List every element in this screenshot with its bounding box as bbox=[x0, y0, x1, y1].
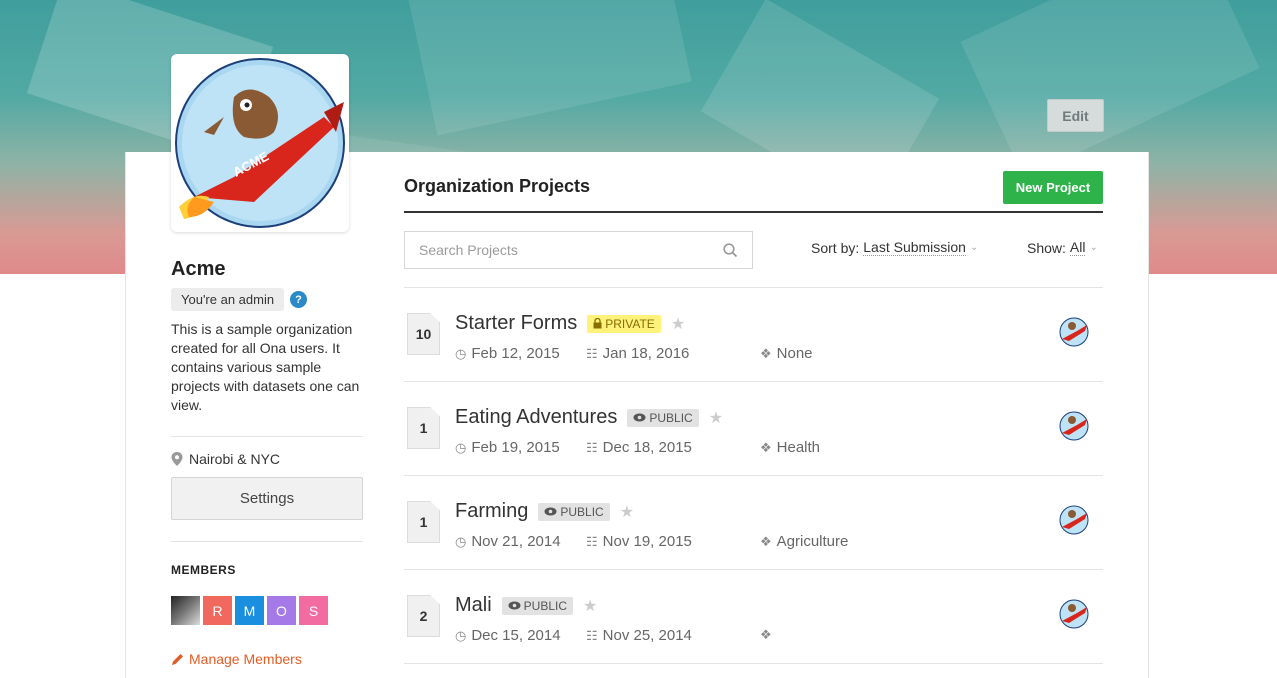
created-date: ◷ Feb 19, 2015 bbox=[455, 439, 560, 456]
form-count: 10 bbox=[407, 313, 440, 355]
form-count: 1 bbox=[407, 407, 440, 449]
project-tags: ❖ bbox=[760, 627, 777, 643]
org-description: This is a sample organization created fo… bbox=[171, 321, 360, 413]
owner-avatar[interactable] bbox=[1059, 317, 1089, 347]
form-count: 2 bbox=[407, 595, 440, 637]
project-row[interactable]: 2 Mali PUBLIC ★ ◷ Dec 15, 2014 ☷ Nov 25, 2… bbox=[404, 570, 1103, 664]
privacy-badge: PRIVATE bbox=[587, 314, 661, 333]
document-icon: ☷ bbox=[586, 627, 598, 643]
owner-avatar[interactable] bbox=[1059, 411, 1089, 441]
star-icon[interactable]: ★ bbox=[709, 408, 723, 428]
divider bbox=[171, 541, 363, 542]
admin-badge: You're an admin bbox=[171, 288, 285, 311]
manage-members-label: Manage Members bbox=[189, 651, 302, 667]
owner-avatar[interactable] bbox=[1059, 505, 1089, 535]
member-avatar[interactable]: O bbox=[267, 596, 296, 625]
project-row[interactable]: 10 Starter Forms PRIVATE ★ ◷ Feb 12, 2015… bbox=[404, 288, 1103, 382]
eye-icon bbox=[544, 507, 557, 516]
project-row[interactable]: 1 Eating Adventures PUBLIC ★ ◷ Feb 19, 20… bbox=[404, 382, 1103, 476]
show-label: Show: bbox=[1027, 239, 1066, 256]
project-row[interactable]: 1 Farming PUBLIC ★ ◷ Nov 21, 2014 ☷ Nov 19… bbox=[404, 476, 1103, 570]
project-title: Mali PUBLIC ★ bbox=[455, 594, 597, 617]
chevron-down-icon: ⌄ bbox=[1089, 242, 1098, 253]
org-name: Acme bbox=[171, 258, 226, 280]
settings-button[interactable]: Settings bbox=[171, 477, 363, 520]
star-icon[interactable]: ★ bbox=[583, 596, 597, 616]
projects-title: Organization Projects bbox=[404, 176, 591, 196]
show-dropdown[interactable]: Show: All ⌄ bbox=[1027, 239, 1098, 256]
manage-members-link[interactable]: Manage Members bbox=[171, 651, 302, 667]
owner-avatar[interactable] bbox=[1059, 599, 1089, 629]
map-pin-icon bbox=[171, 452, 183, 466]
tag-icon: ❖ bbox=[760, 533, 772, 549]
projects-title-rule bbox=[404, 211, 1103, 213]
project-name[interactable]: Eating Adventures bbox=[455, 406, 617, 429]
modified-date: ☷ Dec 18, 2015 bbox=[586, 439, 692, 456]
eye-icon bbox=[508, 601, 521, 610]
clock-icon: ◷ bbox=[455, 627, 467, 643]
lock-icon bbox=[593, 318, 602, 329]
pencil-icon bbox=[172, 653, 183, 665]
member-avatar[interactable]: R bbox=[203, 596, 232, 625]
project-title: Starter Forms PRIVATE ★ bbox=[455, 312, 685, 335]
sort-value[interactable]: Last Submission bbox=[863, 239, 966, 256]
modified-date: ☷ Nov 25, 2014 bbox=[586, 627, 692, 644]
project-tags: ❖ None bbox=[760, 345, 813, 362]
member-avatar[interactable]: S bbox=[299, 596, 328, 625]
project-tags: ❖ Health bbox=[760, 439, 821, 456]
divider bbox=[171, 436, 363, 437]
star-icon[interactable]: ★ bbox=[620, 502, 634, 522]
help-icon[interactable]: ? bbox=[290, 291, 307, 308]
search-box bbox=[404, 231, 753, 269]
created-date: ◷ Dec 15, 2014 bbox=[455, 627, 561, 644]
project-name[interactable]: Starter Forms bbox=[455, 312, 577, 335]
show-value[interactable]: All bbox=[1069, 239, 1086, 256]
org-location: Nairobi & NYC bbox=[171, 451, 280, 467]
project-name[interactable]: Mali bbox=[455, 594, 492, 617]
star-icon[interactable]: ★ bbox=[671, 314, 685, 334]
tag-icon: ❖ bbox=[760, 627, 772, 642]
org-logo: ACME bbox=[171, 54, 349, 232]
form-count: 1 bbox=[407, 501, 440, 543]
modified-date: ☷ Nov 19, 2015 bbox=[586, 533, 692, 550]
tag-icon: ❖ bbox=[760, 439, 772, 455]
document-icon: ☷ bbox=[586, 345, 598, 361]
clock-icon: ◷ bbox=[455, 533, 467, 549]
members-list: R M O S bbox=[171, 596, 328, 625]
eye-icon bbox=[633, 413, 646, 422]
search-icon[interactable] bbox=[723, 242, 738, 258]
project-tags: ❖ Agriculture bbox=[760, 533, 849, 550]
member-avatar[interactable]: M bbox=[235, 596, 264, 625]
new-project-button[interactable]: New Project bbox=[1003, 171, 1103, 204]
tag-icon: ❖ bbox=[760, 345, 772, 361]
privacy-badge: PUBLIC bbox=[538, 502, 610, 521]
document-icon: ☷ bbox=[586, 533, 598, 549]
search-input[interactable] bbox=[419, 242, 723, 258]
modified-date: ☷ Jan 18, 2016 bbox=[586, 345, 690, 362]
sort-dropdown[interactable]: Sort by: Last Submission ⌄ bbox=[811, 239, 978, 256]
edit-button[interactable]: Edit bbox=[1047, 99, 1104, 132]
sort-label: Sort by: bbox=[811, 239, 860, 256]
location-text: Nairobi & NYC bbox=[189, 451, 281, 467]
privacy-badge: PUBLIC bbox=[627, 408, 699, 427]
created-date: ◷ Nov 21, 2014 bbox=[455, 533, 561, 550]
members-title: MEMBERS bbox=[171, 563, 236, 577]
member-avatar-photo[interactable] bbox=[171, 596, 200, 625]
clock-icon: ◷ bbox=[455, 439, 467, 455]
project-name[interactable]: Farming bbox=[455, 500, 528, 523]
privacy-badge: PUBLIC bbox=[501, 596, 574, 615]
project-title: Farming PUBLIC ★ bbox=[455, 500, 634, 523]
document-icon: ☷ bbox=[586, 439, 598, 455]
created-date: ◷ Feb 12, 2015 bbox=[455, 345, 560, 362]
chevron-down-icon: ⌄ bbox=[969, 242, 979, 253]
project-title: Eating Adventures PUBLIC ★ bbox=[455, 406, 723, 429]
clock-icon: ◷ bbox=[455, 345, 467, 361]
